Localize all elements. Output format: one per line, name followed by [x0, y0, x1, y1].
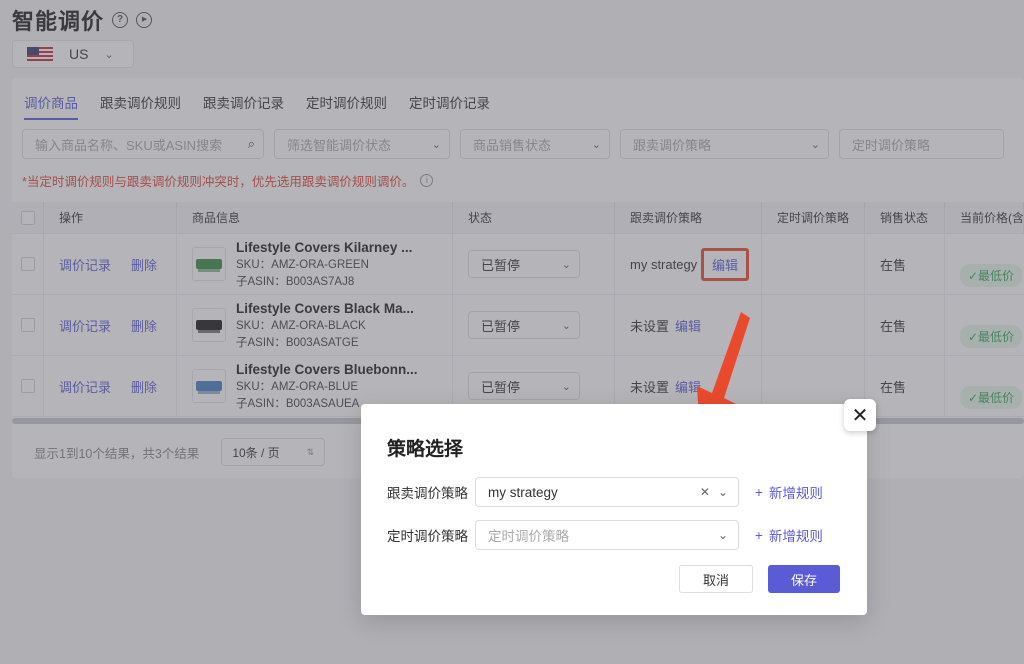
follow-strategy-row: 跟卖调价策略 my strategy ✕ ⌄ + 新增规则 [387, 477, 823, 507]
clear-icon[interactable]: ✕ [700, 485, 710, 499]
add-rule-label: 新增规则 [768, 486, 823, 501]
select-icons: ✕ ⌄ [700, 485, 728, 499]
follow-strategy-field[interactable]: my strategy ✕ ⌄ [475, 477, 739, 507]
timed-strategy-row: 定时调价策略 定时调价策略 ⌄ + 新增规则 [387, 520, 823, 550]
save-button[interactable]: 保存 [768, 565, 840, 593]
add-rule-label: 新增规则 [768, 529, 823, 544]
plus-icon: + [755, 484, 763, 500]
select-icons: ⌄ [718, 528, 728, 542]
close-icon[interactable]: ✕ [844, 399, 876, 431]
follow-strategy-label: 跟卖调价策略 [387, 486, 468, 501]
timed-strategy-label: 定时调价策略 [387, 529, 468, 544]
follow-strategy-value: my strategy [488, 484, 558, 500]
strategy-modal: ✕ 策略选择 跟卖调价策略 my strategy ✕ ⌄ + 新增规则 定时调… [361, 399, 876, 615]
chevron-down-icon: ⌄ [717, 528, 728, 542]
timed-strategy-placeholder: 定时调价策略 [488, 529, 569, 544]
add-timed-rule-button[interactable]: + 新增规则 [755, 525, 823, 545]
smart-pricing-page: 智能调价 ? ▶ US ⌄ 调价商品 跟卖调价规则 跟卖调价记录 定时调价规则 … [0, 0, 1024, 664]
add-follow-rule-button[interactable]: + 新增规则 [755, 482, 823, 502]
chevron-down-icon: ⌄ [717, 485, 728, 499]
plus-icon: + [755, 527, 763, 543]
cancel-button[interactable]: 取消 [679, 565, 753, 593]
timed-strategy-field[interactable]: 定时调价策略 ⌄ [475, 520, 739, 550]
modal-title: 策略选择 [387, 439, 464, 460]
